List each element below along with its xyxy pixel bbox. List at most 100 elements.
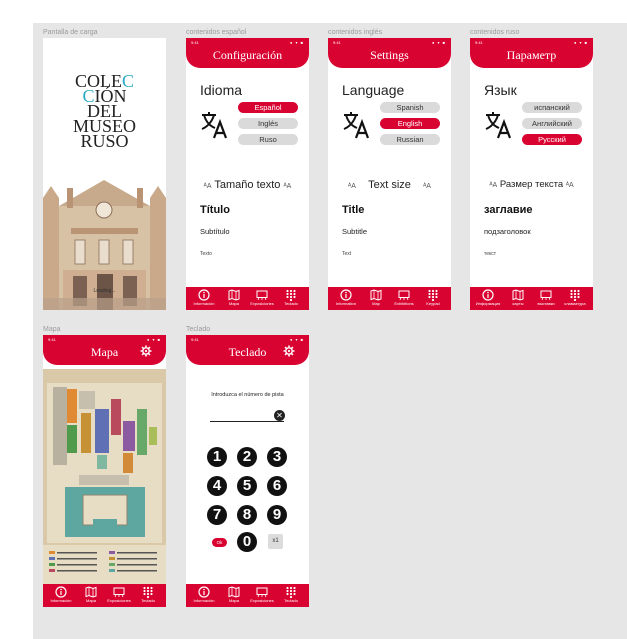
exhibitions-icon [398,289,410,301]
status-time: 9:41 [333,40,341,45]
text-size-increase-icon[interactable]: ᴬA [423,183,431,190]
nav-information[interactable]: Информация [473,289,503,307]
clear-icon[interactable]: ✕ [274,410,285,421]
nav-information[interactable]: Información [46,586,76,604]
bottom-nav: Información Mapa Exposiciones Teclado [43,584,166,607]
info-icon [482,289,494,301]
info-icon [198,586,210,598]
text-size-increase-icon[interactable]: ᴬA [566,182,574,189]
nav-keypad[interactable]: Teclado [276,289,306,307]
nav-keypad[interactable]: Teclado [276,586,306,604]
nav-exhibitions[interactable]: Exposiciones [247,289,277,307]
sample-title: Título [200,204,230,216]
key-1[interactable]: 1 [207,447,227,467]
sample-title: Title [342,204,365,216]
language-option-russian[interactable]: Ruso [238,134,298,145]
sample-subtitle: Subtitle [342,227,368,236]
key-0[interactable]: 0 [237,532,257,552]
ok-button[interactable]: Ok [212,538,227,547]
key-8[interactable]: 8 [237,505,257,525]
status-icons: ● ▾ ■ [431,40,446,45]
status-icons: ● ▾ ■ [289,337,304,342]
language-option-english[interactable]: Inglés [238,118,298,129]
language-option-spanish[interactable]: Español [238,102,298,113]
translate-icon [342,110,372,140]
keypad-icon [569,289,581,301]
language-option-spanish[interactable]: испанский [522,102,582,113]
nav-keypad[interactable]: Teclado [133,586,163,604]
nav-exhibitions[interactable]: выставки [531,289,561,307]
key-2[interactable]: 2 [237,447,257,467]
nav-map[interactable]: Mapa [76,586,106,604]
language-heading: Language [342,82,405,98]
settings-screen-es: 9:41 ● ▾ ■ Configuración Idioma Español … [186,38,309,310]
app-header: 9:41 ● ▾ ■ Teclado [186,335,309,365]
sample-text: текст [484,251,497,257]
key-5[interactable]: 5 [237,476,257,496]
track-number-input[interactable] [210,421,284,422]
text-size-decrease-icon[interactable]: ᴬA [348,183,356,190]
status-icons: ● ▾ ■ [573,40,588,45]
nav-exhibitions[interactable]: Exposiciones [247,586,277,604]
nav-keypad[interactable]: клавиатура [560,289,590,307]
frame-label: contenidos español [186,29,247,36]
language-option-english[interactable]: English [380,118,440,129]
frame-settings-ru: contenidos ruso 9:41 ● ▾ ■ Параметр Язык… [470,29,593,310]
museum-floor-map[interactable] [43,369,166,584]
nav-map[interactable]: Mapa [219,289,249,307]
frame-label: Teclado [186,326,211,333]
frame-settings-es: contenidos español 9:41 ● ▾ ■ Configurac… [186,29,309,310]
text-size-decrease-icon[interactable]: ᴬA [204,183,212,190]
frame-map: Mapa 9:41 ● ▾ ■ Mapa Información Mapa Ex… [43,326,166,607]
status-icons: ● ▾ ■ [289,40,304,45]
map-icon [85,586,97,598]
nav-information[interactable]: Información [189,586,219,604]
key-4[interactable]: 4 [207,476,227,496]
nav-map[interactable]: Map [361,289,391,307]
page-title: Параметр [506,48,557,62]
nav-map[interactable]: Mapa [219,586,249,604]
track-number-prompt: Introduzca el número de pista [211,392,284,398]
key-9[interactable]: 9 [267,505,287,525]
text-size-control[interactable]: ᴬA Tamaño texto ᴬA [196,179,299,191]
text-size-control[interactable]: ᴬA Размер текста ᴬA [480,179,583,190]
key-6[interactable]: 6 [267,476,287,496]
loading-screen: COLEC CIÓN DEL MUSEO RUSO Loading... [43,38,166,310]
nav-map[interactable]: карты [503,289,533,307]
sample-subtitle: Subtítulo [200,227,230,236]
app-header: 9:41 ● ▾ ■ Configuración [186,38,309,68]
language-option-russian[interactable]: Russian [380,134,440,145]
language-option-russian[interactable]: Русский [522,134,582,145]
nav-exhibitions[interactable]: Exposiciones [104,586,134,604]
language-option-english[interactable]: Английский [522,118,582,129]
exhibitions-icon [256,586,268,598]
keypad-icon [427,289,439,301]
sample-title: заглавие [484,204,533,216]
frame-label: Mapa [43,326,61,333]
text-size-increase-icon[interactable]: ᴬA [283,183,291,190]
language-option-spanish[interactable]: Spanish [380,102,440,113]
exhibitions-icon [113,586,125,598]
gear-icon[interactable] [140,345,152,357]
text-size-label: Text size [368,179,411,191]
key-3[interactable]: 3 [267,447,287,467]
text-size-control[interactable]: ᴬA Text size ᴬA [338,179,441,191]
app-header: 9:41 ● ▾ ■ Mapa [43,335,166,365]
key-7[interactable]: 7 [207,505,227,525]
nav-keypad[interactable]: Keypad [418,289,448,307]
page-title: Configuración [212,48,283,62]
nav-information[interactable]: Information [331,289,361,307]
sample-text: Text [342,251,352,257]
speed-x1-button[interactable]: x1 [268,534,283,549]
text-size-decrease-icon[interactable]: ᴬA [489,182,497,189]
map-icon [228,289,240,301]
gear-icon[interactable] [283,345,295,357]
loading-text: Loading... [93,288,116,294]
sample-subtitle: подзаголовок [484,227,531,236]
nav-exhibitions[interactable]: Exhibitions [389,289,419,307]
nav-information[interactable]: Información [189,289,219,307]
app-logo-title: COLEC CIÓN DEL MUSEO RUSO [72,71,136,151]
keypad-icon [142,586,154,598]
info-icon [55,586,67,598]
app-header: 9:41 ● ▾ ■ Settings [328,38,451,68]
